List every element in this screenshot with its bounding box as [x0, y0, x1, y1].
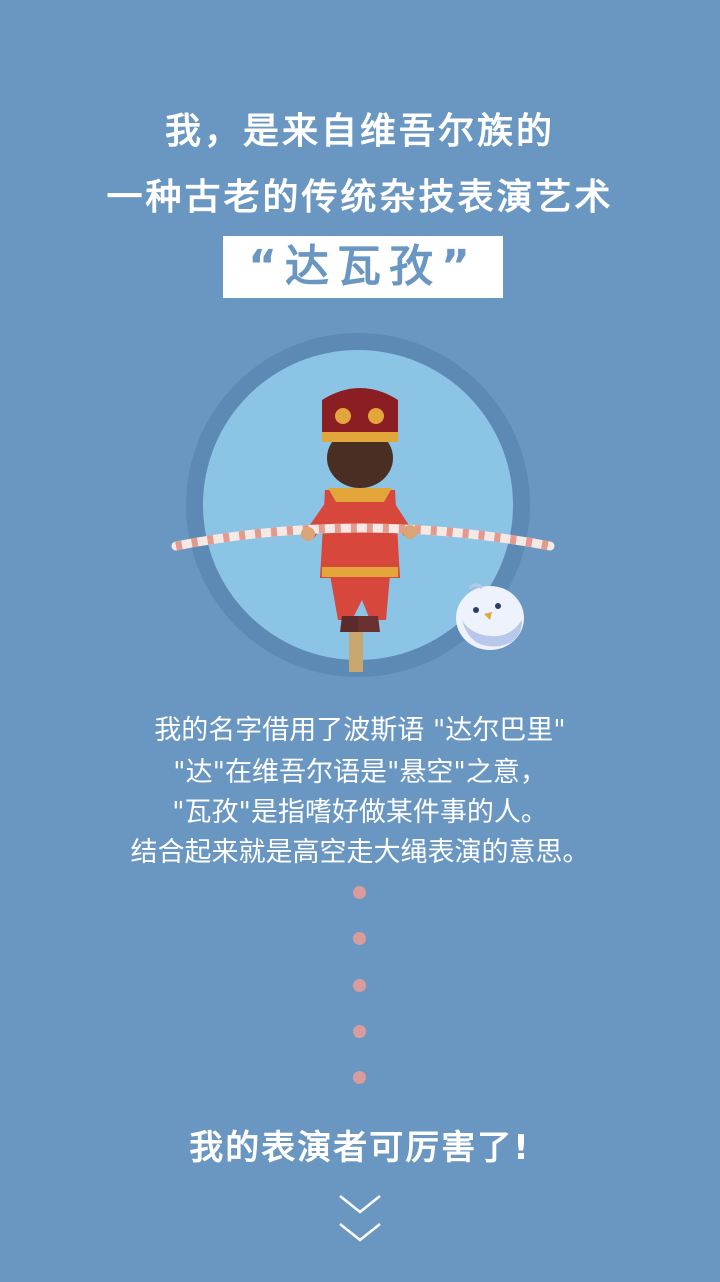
headline-line-1: 我，是来自维吾尔族的 [164, 111, 555, 152]
headline-line-2: 一种古老的传统杂技表演艺术 [106, 177, 614, 218]
hat-band [322, 432, 398, 442]
hand-left [301, 527, 315, 541]
hand-right [403, 525, 417, 539]
divider-dot [353, 1071, 366, 1084]
description-line-1: 我的名字借用了波斯语 "达尔巴里" [154, 715, 566, 746]
double-chevron-down-icon[interactable] [336, 1190, 384, 1250]
boot-right [358, 616, 380, 632]
costume-hem [322, 567, 398, 577]
boot-left [340, 616, 360, 632]
tightrope-walker-illustration [171, 333, 555, 677]
description-line-3: "瓦孜"是指嗜好做某件事的人。 [172, 797, 548, 828]
hat-pattern-2 [368, 408, 384, 424]
divider-dot [353, 932, 366, 945]
name-banner: “达瓦孜” [223, 236, 503, 298]
description-line-4: 结合起来就是高空走大绳表演的意思。 [130, 837, 590, 868]
costume-collar [328, 488, 392, 502]
divider-dot [353, 979, 366, 992]
divider-dot [353, 886, 366, 899]
rope [349, 632, 363, 672]
closing-text: 我的表演者可厉害了! [189, 1128, 531, 1168]
description-line-2: "达"在维吾尔语是"悬空"之意， [173, 757, 547, 788]
divider-dot [353, 1025, 366, 1038]
hat-pattern-1 [335, 408, 351, 424]
